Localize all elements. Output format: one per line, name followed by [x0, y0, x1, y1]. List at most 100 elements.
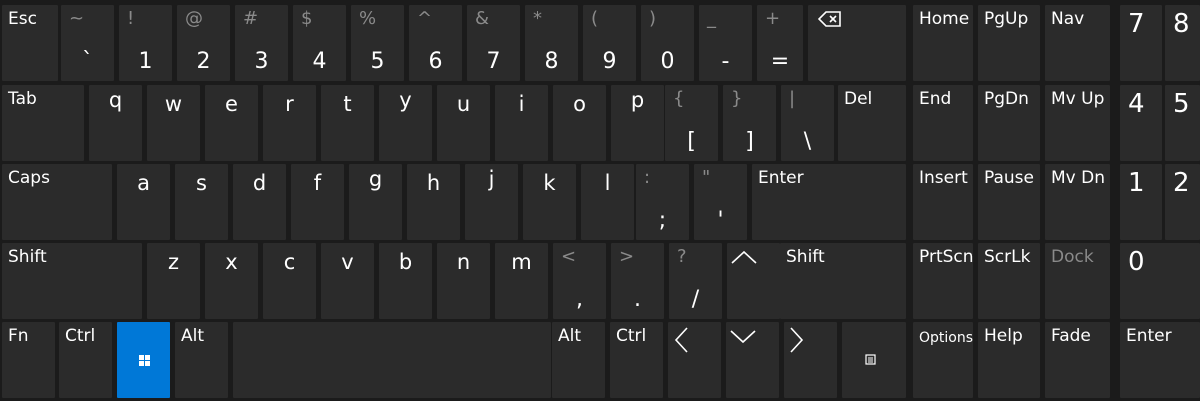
key-e[interactable]: e — [205, 85, 258, 161]
key-insert[interactable]: Insert — [913, 164, 973, 240]
key-7[interactable]: & 7 — [467, 5, 520, 81]
key-apostrophe[interactable]: " ' — [694, 164, 747, 240]
key-b[interactable]: b — [379, 243, 432, 319]
key-pause[interactable]: Pause — [978, 164, 1040, 240]
key-prtscn[interactable]: PrtScn — [913, 243, 974, 319]
key-num-7[interactable]: 7 — [1120, 5, 1162, 81]
key-shift-symbol: + — [765, 8, 781, 29]
key-num-5[interactable]: 5 — [1165, 85, 1200, 161]
key-space[interactable] — [233, 322, 551, 398]
key-enter[interactable]: Enter — [752, 164, 906, 240]
key-pgup[interactable]: PgUp — [978, 5, 1040, 81]
key-menu[interactable] — [842, 322, 906, 398]
key-period[interactable]: >. — [611, 243, 664, 319]
key-r[interactable]: r — [263, 85, 316, 161]
key-del[interactable]: Del — [838, 85, 906, 161]
key-primary-symbol: ' — [717, 208, 724, 233]
key-q[interactable]: q — [89, 85, 142, 161]
key-u[interactable]: u — [437, 85, 490, 161]
key-num-2[interactable]: 2 — [1165, 164, 1200, 240]
key-letter: c — [283, 250, 296, 274]
key-h[interactable]: h — [407, 164, 460, 240]
key-a[interactable]: a — [117, 164, 170, 240]
key-6[interactable]: ^ 6 — [409, 5, 462, 81]
key-end[interactable]: End — [913, 85, 973, 161]
key-3[interactable]: #3 — [235, 5, 288, 81]
key-j[interactable]: j — [465, 164, 518, 240]
key-primary-symbol: 5 — [370, 49, 385, 74]
key-y[interactable]: y — [379, 85, 432, 161]
key-backtick[interactable]: ~ ` — [61, 5, 114, 81]
key-esc[interactable]: Esc — [2, 5, 58, 81]
key-mv-up[interactable]: Mv Up — [1045, 85, 1110, 161]
key-enter-2[interactable]: Enter — [1120, 322, 1200, 398]
key-home[interactable]: Home — [913, 5, 973, 81]
key-arrow-left[interactable] — [668, 322, 721, 398]
key-2[interactable]: @2 — [177, 5, 230, 81]
key-letter: k — [543, 171, 556, 195]
key-num-8[interactable]: 8 — [1165, 5, 1200, 81]
key-comma[interactable]: <, — [553, 243, 606, 319]
key-o[interactable]: o — [553, 85, 606, 161]
key-options[interactable]: Options — [913, 322, 973, 398]
key-p[interactable]: p — [611, 85, 664, 161]
key-help[interactable]: Help — [978, 322, 1040, 398]
key-m[interactable]: m — [495, 243, 548, 319]
key-z[interactable]: z — [147, 243, 200, 319]
key-v[interactable]: v — [321, 243, 374, 319]
key-x[interactable]: x — [205, 243, 258, 319]
key-num-4[interactable]: 4 — [1120, 85, 1162, 161]
key-ctrl[interactable]: Ctrl — [59, 322, 112, 398]
key-dock[interactable]: Dock — [1045, 243, 1110, 319]
key-arrow-down[interactable] — [726, 322, 779, 398]
key-9[interactable]: (9 — [583, 5, 636, 81]
key-mv-dn[interactable]: Mv Dn — [1045, 164, 1110, 240]
key-backspace[interactable] — [808, 5, 906, 81]
key-s[interactable]: s — [175, 164, 228, 240]
key-scrlk[interactable]: ScrLk — [978, 243, 1040, 319]
key-num-1[interactable]: 1 — [1120, 164, 1162, 240]
key-fn[interactable]: Fn — [2, 322, 55, 398]
key-minus[interactable]: _ - — [699, 5, 752, 81]
key-8[interactable]: * 8 — [525, 5, 578, 81]
key-windows[interactable] — [117, 322, 170, 398]
key-g[interactable]: g — [349, 164, 402, 240]
key-arrow-up[interactable] — [727, 243, 780, 319]
key-num-0[interactable]: 0 — [1120, 243, 1200, 319]
key-equals[interactable]: + = — [757, 5, 803, 81]
key-w[interactable]: w — [147, 85, 200, 161]
key-1[interactable]: ! 1 — [119, 5, 172, 81]
key-rbracket[interactable]: }] — [723, 85, 776, 161]
key-pgdn[interactable]: PgDn — [978, 85, 1040, 161]
key-label: Mv Dn — [1051, 168, 1105, 188]
key-shift-2[interactable]: Shift — [780, 243, 906, 319]
key-tab[interactable]: Tab — [2, 85, 84, 161]
key-shift[interactable]: Shift — [2, 243, 142, 319]
key-t[interactable]: t — [321, 85, 374, 161]
key-l[interactable]: l — [581, 164, 634, 240]
key-nav[interactable]: Nav — [1045, 5, 1110, 81]
key-c[interactable]: c — [263, 243, 316, 319]
key-backslash[interactable]: | \ — [781, 85, 834, 161]
key-alt[interactable]: Alt — [175, 322, 228, 398]
key-primary-symbol: = — [770, 49, 790, 74]
key-0[interactable]: ) 0 — [641, 5, 694, 81]
key-lbracket[interactable]: {[ — [665, 85, 718, 161]
key-4[interactable]: $4 — [293, 5, 346, 81]
key-slash[interactable]: ? / — [669, 243, 722, 319]
key-arrow-right[interactable] — [784, 322, 837, 398]
key-f[interactable]: f — [291, 164, 344, 240]
key-shift-symbol: ~ — [69, 8, 85, 29]
key-i[interactable]: i — [495, 85, 548, 161]
key-ctrl-2[interactable]: Ctrl — [610, 322, 663, 398]
key-shift-symbol: & — [475, 8, 490, 29]
key-alt-2[interactable]: Alt — [552, 322, 605, 398]
key-5[interactable]: % 5 — [351, 5, 404, 81]
key-letter: q — [108, 88, 123, 112]
key-k[interactable]: k — [523, 164, 576, 240]
key-semicolon[interactable]: :; — [636, 164, 689, 240]
key-caps[interactable]: Caps — [2, 164, 112, 240]
key-n[interactable]: n — [437, 243, 490, 319]
key-fade[interactable]: Fade — [1045, 322, 1110, 398]
key-d[interactable]: d — [233, 164, 286, 240]
